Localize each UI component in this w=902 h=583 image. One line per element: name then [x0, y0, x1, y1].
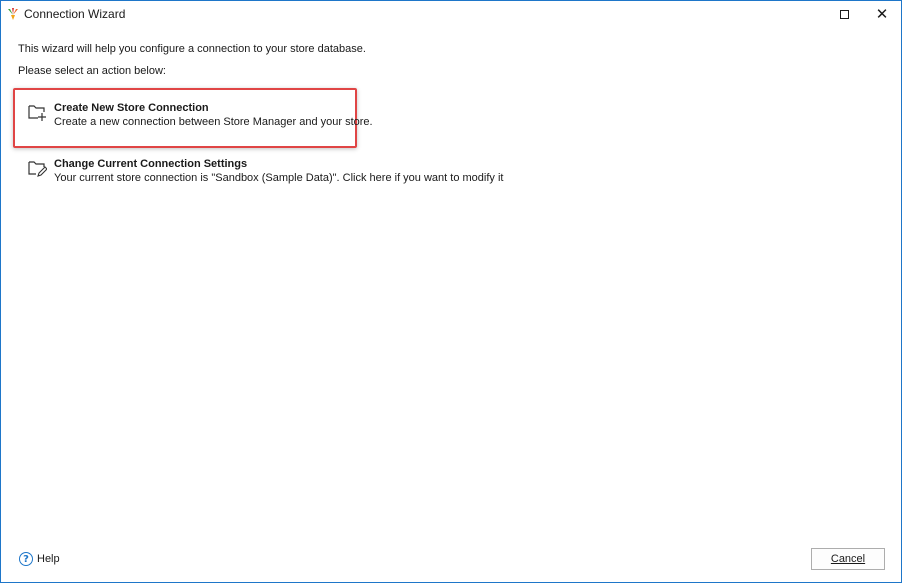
help-label: Help — [37, 553, 60, 565]
prompt-text: Please select an action below: — [18, 65, 166, 77]
option-title: Change Current Connection Settings — [54, 158, 248, 170]
intro-text: This wizard will help you configure a co… — [18, 43, 366, 55]
title-bar: Connection Wizard ✕ — [1, 1, 901, 27]
help-link[interactable]: ? Help — [19, 551, 60, 567]
cancel-button[interactable]: Cancel — [811, 548, 885, 570]
folder-add-icon — [28, 105, 46, 121]
cancel-label: Cancel — [830, 553, 866, 565]
help-icon: ? — [19, 552, 33, 566]
store-manager-logo-icon — [8, 8, 18, 20]
maximize-icon — [839, 9, 849, 19]
option-description: Create a new connection between Store Ma… — [54, 116, 373, 128]
close-button[interactable]: ✕ — [860, 1, 902, 27]
change-connection-settings-option[interactable]: Change Current Connection Settings Your … — [22, 154, 503, 198]
window-title: Connection Wizard — [24, 7, 126, 21]
option-title: Create New Store Connection — [54, 102, 209, 114]
folder-edit-icon — [28, 161, 47, 177]
create-new-connection-option[interactable]: Create New Store Connection Create a new… — [22, 98, 482, 142]
option-description: Your current store connection is "Sandbo… — [54, 172, 504, 184]
close-icon: ✕ — [875, 4, 889, 23]
connection-wizard-window: Connection Wizard ✕ This wizard will hel… — [0, 0, 902, 583]
